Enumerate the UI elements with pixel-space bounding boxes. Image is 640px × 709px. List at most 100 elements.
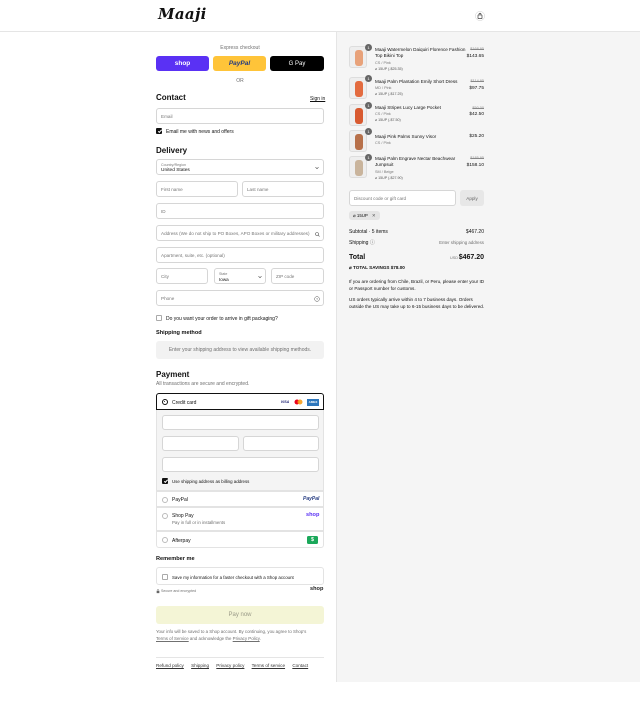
product-original-price: $185.95 bbox=[470, 156, 484, 160]
remember-me-label: Save my information for a faster checkou… bbox=[172, 574, 294, 580]
total-savings: ⌀ TOTAL SAVINGS $78.00 bbox=[349, 265, 405, 271]
quantity-badge: 1 bbox=[365, 128, 372, 135]
product-discount: ⌀ 15UP (-$25.35) bbox=[375, 67, 403, 71]
paypal-option[interactable]: PayPal PayPal bbox=[156, 491, 324, 507]
contact-link[interactable]: Contact bbox=[292, 663, 308, 668]
remember-me-checkbox[interactable] bbox=[162, 573, 168, 580]
shipping-value: Enter shipping address bbox=[439, 240, 484, 245]
shipping-link[interactable]: Shipping bbox=[191, 663, 209, 668]
customs-note: If you are ordering from Chile, Brazil, … bbox=[349, 279, 485, 291]
country-select[interactable]: Country/Region United States bbox=[156, 159, 324, 175]
help-circle-icon[interactable]: ⓘ bbox=[370, 240, 375, 246]
brand-logo[interactable]: Maaji bbox=[158, 5, 207, 23]
product-thumbnail bbox=[349, 156, 367, 178]
quantity-badge: 1 bbox=[365, 44, 372, 51]
product-variant: CS / Pink bbox=[375, 141, 391, 145]
country-label: Country/Region bbox=[161, 162, 186, 167]
shopping-bag-icon[interactable] bbox=[475, 11, 485, 21]
apply-button[interactable]: Apply bbox=[460, 190, 484, 206]
apartment-field[interactable]: Apartment, suite, etc. (optional) bbox=[156, 247, 324, 263]
phone-placeholder: Phone bbox=[161, 296, 175, 301]
shop-pay-express-button[interactable]: shop bbox=[156, 56, 209, 71]
state-value: Iowa bbox=[219, 277, 229, 282]
or-divider: OR bbox=[236, 78, 244, 84]
id-field[interactable]: ID bbox=[156, 203, 324, 219]
amex-icon: AMEX bbox=[307, 398, 319, 406]
shop-pay-option[interactable]: Shop Pay Pay in full or in installments … bbox=[156, 507, 324, 531]
discount-code-placeholder: Discount code or gift card bbox=[354, 196, 407, 201]
total-value: $467.20 bbox=[458, 254, 484, 261]
phone-field[interactable]: Phone ? bbox=[156, 290, 324, 306]
product-thumbnail bbox=[349, 130, 367, 152]
express-checkout-title: Express checkout bbox=[220, 45, 260, 51]
savings-value: $78.00 bbox=[390, 265, 405, 270]
search-icon bbox=[315, 231, 320, 237]
product-original-price: $50.00 bbox=[472, 106, 484, 110]
lock-icon bbox=[156, 589, 160, 594]
remember-me-option[interactable]: Save my information for a faster checkou… bbox=[156, 567, 324, 585]
pay-now-label: Pay now bbox=[228, 612, 252, 618]
help-circle-icon[interactable]: ? bbox=[314, 296, 320, 302]
google-pay-express-button[interactable]: G Pay bbox=[270, 56, 324, 71]
shop-pay-sublabel: Pay in full or in installments bbox=[172, 520, 226, 525]
card-number-field[interactable] bbox=[162, 415, 319, 430]
shop-pay-option-label: Shop Pay bbox=[172, 513, 194, 519]
product-name: Maaji Palm Plantation Emily Short Dress bbox=[375, 79, 458, 84]
state-select[interactable]: State Iowa bbox=[214, 268, 266, 284]
address-field[interactable]: Address (We do not ship to PO Boxes, APO… bbox=[156, 225, 324, 241]
pay-now-button[interactable]: Pay now bbox=[156, 606, 324, 624]
product-price: $97.75 bbox=[469, 86, 484, 91]
shop-pay-label: shop bbox=[174, 60, 191, 67]
privacy-link[interactable]: Privacy Policy bbox=[233, 636, 260, 641]
credit-card-radio[interactable] bbox=[162, 399, 168, 405]
refund-policy-link[interactable]: Refund policy bbox=[156, 663, 184, 668]
afterpay-option[interactable]: Afterpay $ bbox=[156, 531, 324, 548]
afterpay-radio[interactable] bbox=[162, 537, 168, 543]
product-price: $143.65 bbox=[466, 54, 484, 59]
email-field[interactable]: Email bbox=[156, 108, 324, 124]
city-field[interactable]: City bbox=[156, 268, 208, 284]
legal-mid: and acknowledge the bbox=[188, 635, 233, 641]
delivery-time-note: US orders typically arrive within 4 to 7… bbox=[349, 297, 485, 309]
product-variant: SM / Beige bbox=[375, 170, 394, 174]
expiration-field[interactable] bbox=[162, 436, 239, 451]
chevron-down-icon bbox=[315, 166, 319, 170]
product-discount: ⌀ 15UP (-$7.50) bbox=[375, 118, 401, 122]
product-name: Maaji Stripes Lucy Large Pocket bbox=[375, 105, 441, 110]
gift-packaging-checkbox[interactable] bbox=[156, 315, 162, 321]
product-price: $42.50 bbox=[469, 112, 484, 117]
discount-code-field[interactable]: Discount code or gift card bbox=[349, 190, 456, 206]
shop-pay-radio[interactable] bbox=[162, 513, 168, 519]
shipping-label-text: Shipping bbox=[349, 240, 369, 246]
first-name-field[interactable]: First name bbox=[156, 181, 238, 197]
paypal-logo: PayPal bbox=[303, 496, 320, 502]
first-name-placeholder: First name bbox=[161, 187, 183, 192]
city-placeholder: City bbox=[161, 274, 169, 279]
order-summary-panel bbox=[336, 32, 640, 682]
terms-link[interactable]: Terms of Service bbox=[156, 636, 189, 641]
billing-address-checkbox[interactable] bbox=[162, 478, 168, 484]
sign-in-link[interactable]: Sign in bbox=[310, 96, 325, 102]
remember-me-heading: Remember me bbox=[156, 556, 195, 562]
currency-label: USD bbox=[450, 256, 459, 260]
credit-card-option[interactable]: Credit card VISA AMEX bbox=[156, 393, 324, 410]
quantity-badge: 1 bbox=[365, 102, 372, 109]
privacy-policy-link[interactable]: Privacy policy bbox=[216, 663, 244, 668]
google-pay-label: G Pay bbox=[288, 60, 306, 67]
afterpay-logo: $ bbox=[307, 535, 318, 544]
news-offers-checkbox[interactable] bbox=[156, 128, 162, 134]
paypal-express-button[interactable]: PayPal bbox=[213, 56, 266, 71]
paypal-radio[interactable] bbox=[162, 496, 168, 503]
security-code-field[interactable] bbox=[243, 436, 319, 451]
last-name-field[interactable]: Last name bbox=[242, 181, 324, 197]
quantity-badge: 1 bbox=[365, 75, 372, 82]
mastercard-icon bbox=[294, 399, 303, 405]
terms-of-service-link[interactable]: Terms of service bbox=[252, 663, 285, 668]
paypal-option-label: PayPal bbox=[172, 497, 188, 503]
remove-code-icon[interactable]: ✕ bbox=[372, 213, 376, 218]
applied-code-label: 15UP bbox=[356, 213, 368, 218]
name-on-card-field[interactable] bbox=[162, 457, 319, 472]
product-variant: CS / Pink bbox=[375, 112, 391, 116]
product-thumbnail bbox=[349, 77, 367, 99]
zip-field[interactable]: ZIP code bbox=[271, 268, 324, 284]
